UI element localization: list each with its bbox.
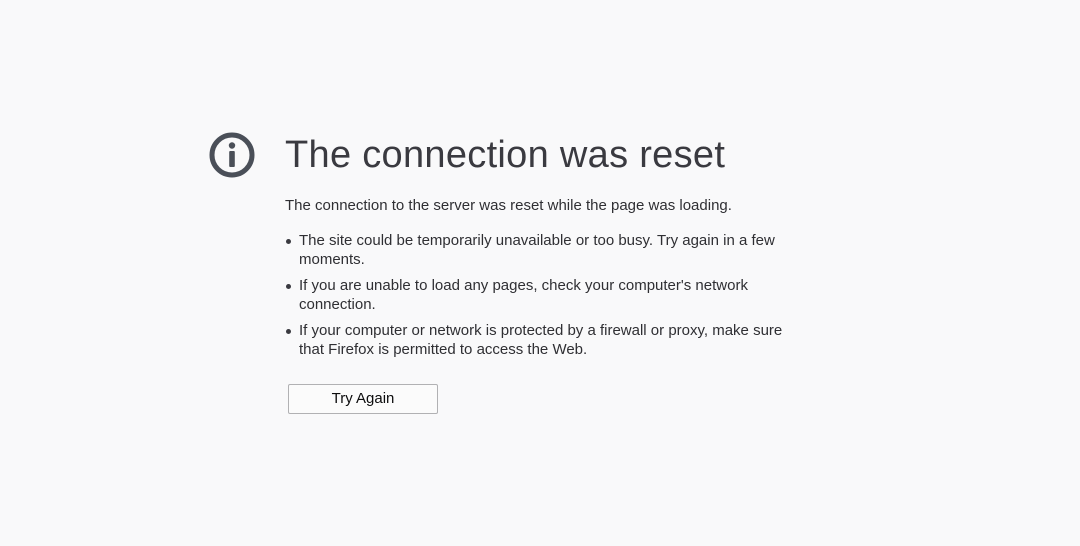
list-item: If your computer or network is protected… [285, 321, 805, 359]
list-item: If you are unable to load any pages, che… [285, 276, 805, 314]
error-short-description: The connection to the server was reset w… [285, 197, 732, 214]
list-item: The site could be temporarily unavailabl… [285, 231, 805, 269]
reason-text: If your computer or network is protected… [299, 322, 783, 358]
bullet-icon [286, 329, 291, 334]
bullet-icon [286, 239, 291, 244]
reason-text: If you are unable to load any pages, che… [299, 277, 748, 313]
info-icon [208, 131, 256, 179]
reason-text: The site could be temporarily unavailabl… [299, 232, 775, 268]
bullet-icon [286, 284, 291, 289]
page-title: The connection was reset [285, 134, 726, 176]
try-again-button[interactable]: Try Again [288, 384, 438, 414]
error-content: The connection was reset The connection … [285, 132, 805, 366]
error-page: The connection was reset The connection … [0, 0, 1080, 546]
error-reasons-list: The site could be temporarily unavailabl… [285, 231, 805, 359]
